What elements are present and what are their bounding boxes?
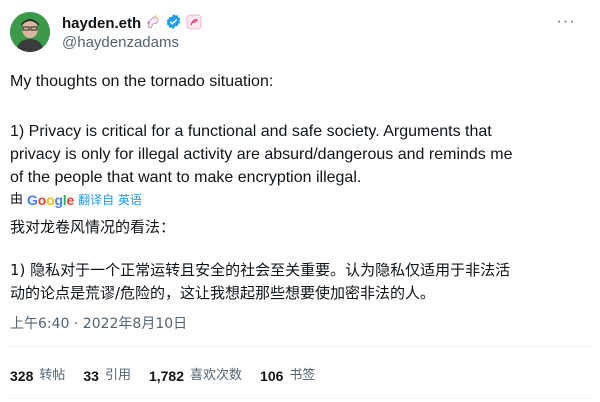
author-handle[interactable]: @haydenzadams [62,34,179,52]
verified-badge-icon [165,13,182,35]
stat-label: 书签 [289,368,316,383]
translated-prefix: 由 [10,192,24,207]
stat-label: 转帖 [39,368,66,383]
tweet-timestamp[interactable]: 上午6:40 · 2022年8月10日 [10,315,187,333]
tweet-paragraph: 1) Privacy is critical for a functional … [10,123,513,186]
divider [10,398,590,399]
affiliate-badge-icon [186,14,202,35]
translated-heading: 我对龙卷风情况的看法： [10,218,176,236]
translated-paragraph: 1) 隐私对于一个正常运转且安全的社会至关重要。认为隐私仅适用于非法活 动的论点… [10,261,511,302]
stat-quotes[interactable]: 33 引用 [83,367,131,385]
stat-count: 33 [83,368,99,384]
stat-label: 引用 [104,368,131,383]
translation-attribution: 由 Google 翻译自 英语 [10,192,142,208]
display-name[interactable]: hayden.eth [62,15,141,33]
stat-retweets[interactable]: 328 转帖 [10,367,65,385]
stat-label: 喜欢次数 [190,368,243,383]
stat-bookmarks[interactable]: 106 书签 [260,367,315,385]
avatar[interactable] [10,12,50,52]
stat-likes[interactable]: 1,782 喜欢次数 [149,367,242,385]
unicorn-emoji-icon [145,13,161,35]
stat-count: 1,782 [148,368,185,384]
translation-source-link[interactable]: 翻译自 英语 [78,192,142,208]
more-options-icon[interactable]: ··· [554,10,578,34]
stat-count: 328 [10,368,34,384]
engagement-stats: 328 转帖 33 引用 1,782 喜欢次数 106 书签 [10,367,315,385]
divider [10,346,590,347]
tweet-heading: My thoughts on the tornado situation: [10,73,274,90]
author-name-row[interactable]: hayden.eth [62,13,202,35]
avatar-image [10,12,50,52]
google-logo: Google [27,192,75,208]
stat-count: 106 [260,368,284,384]
